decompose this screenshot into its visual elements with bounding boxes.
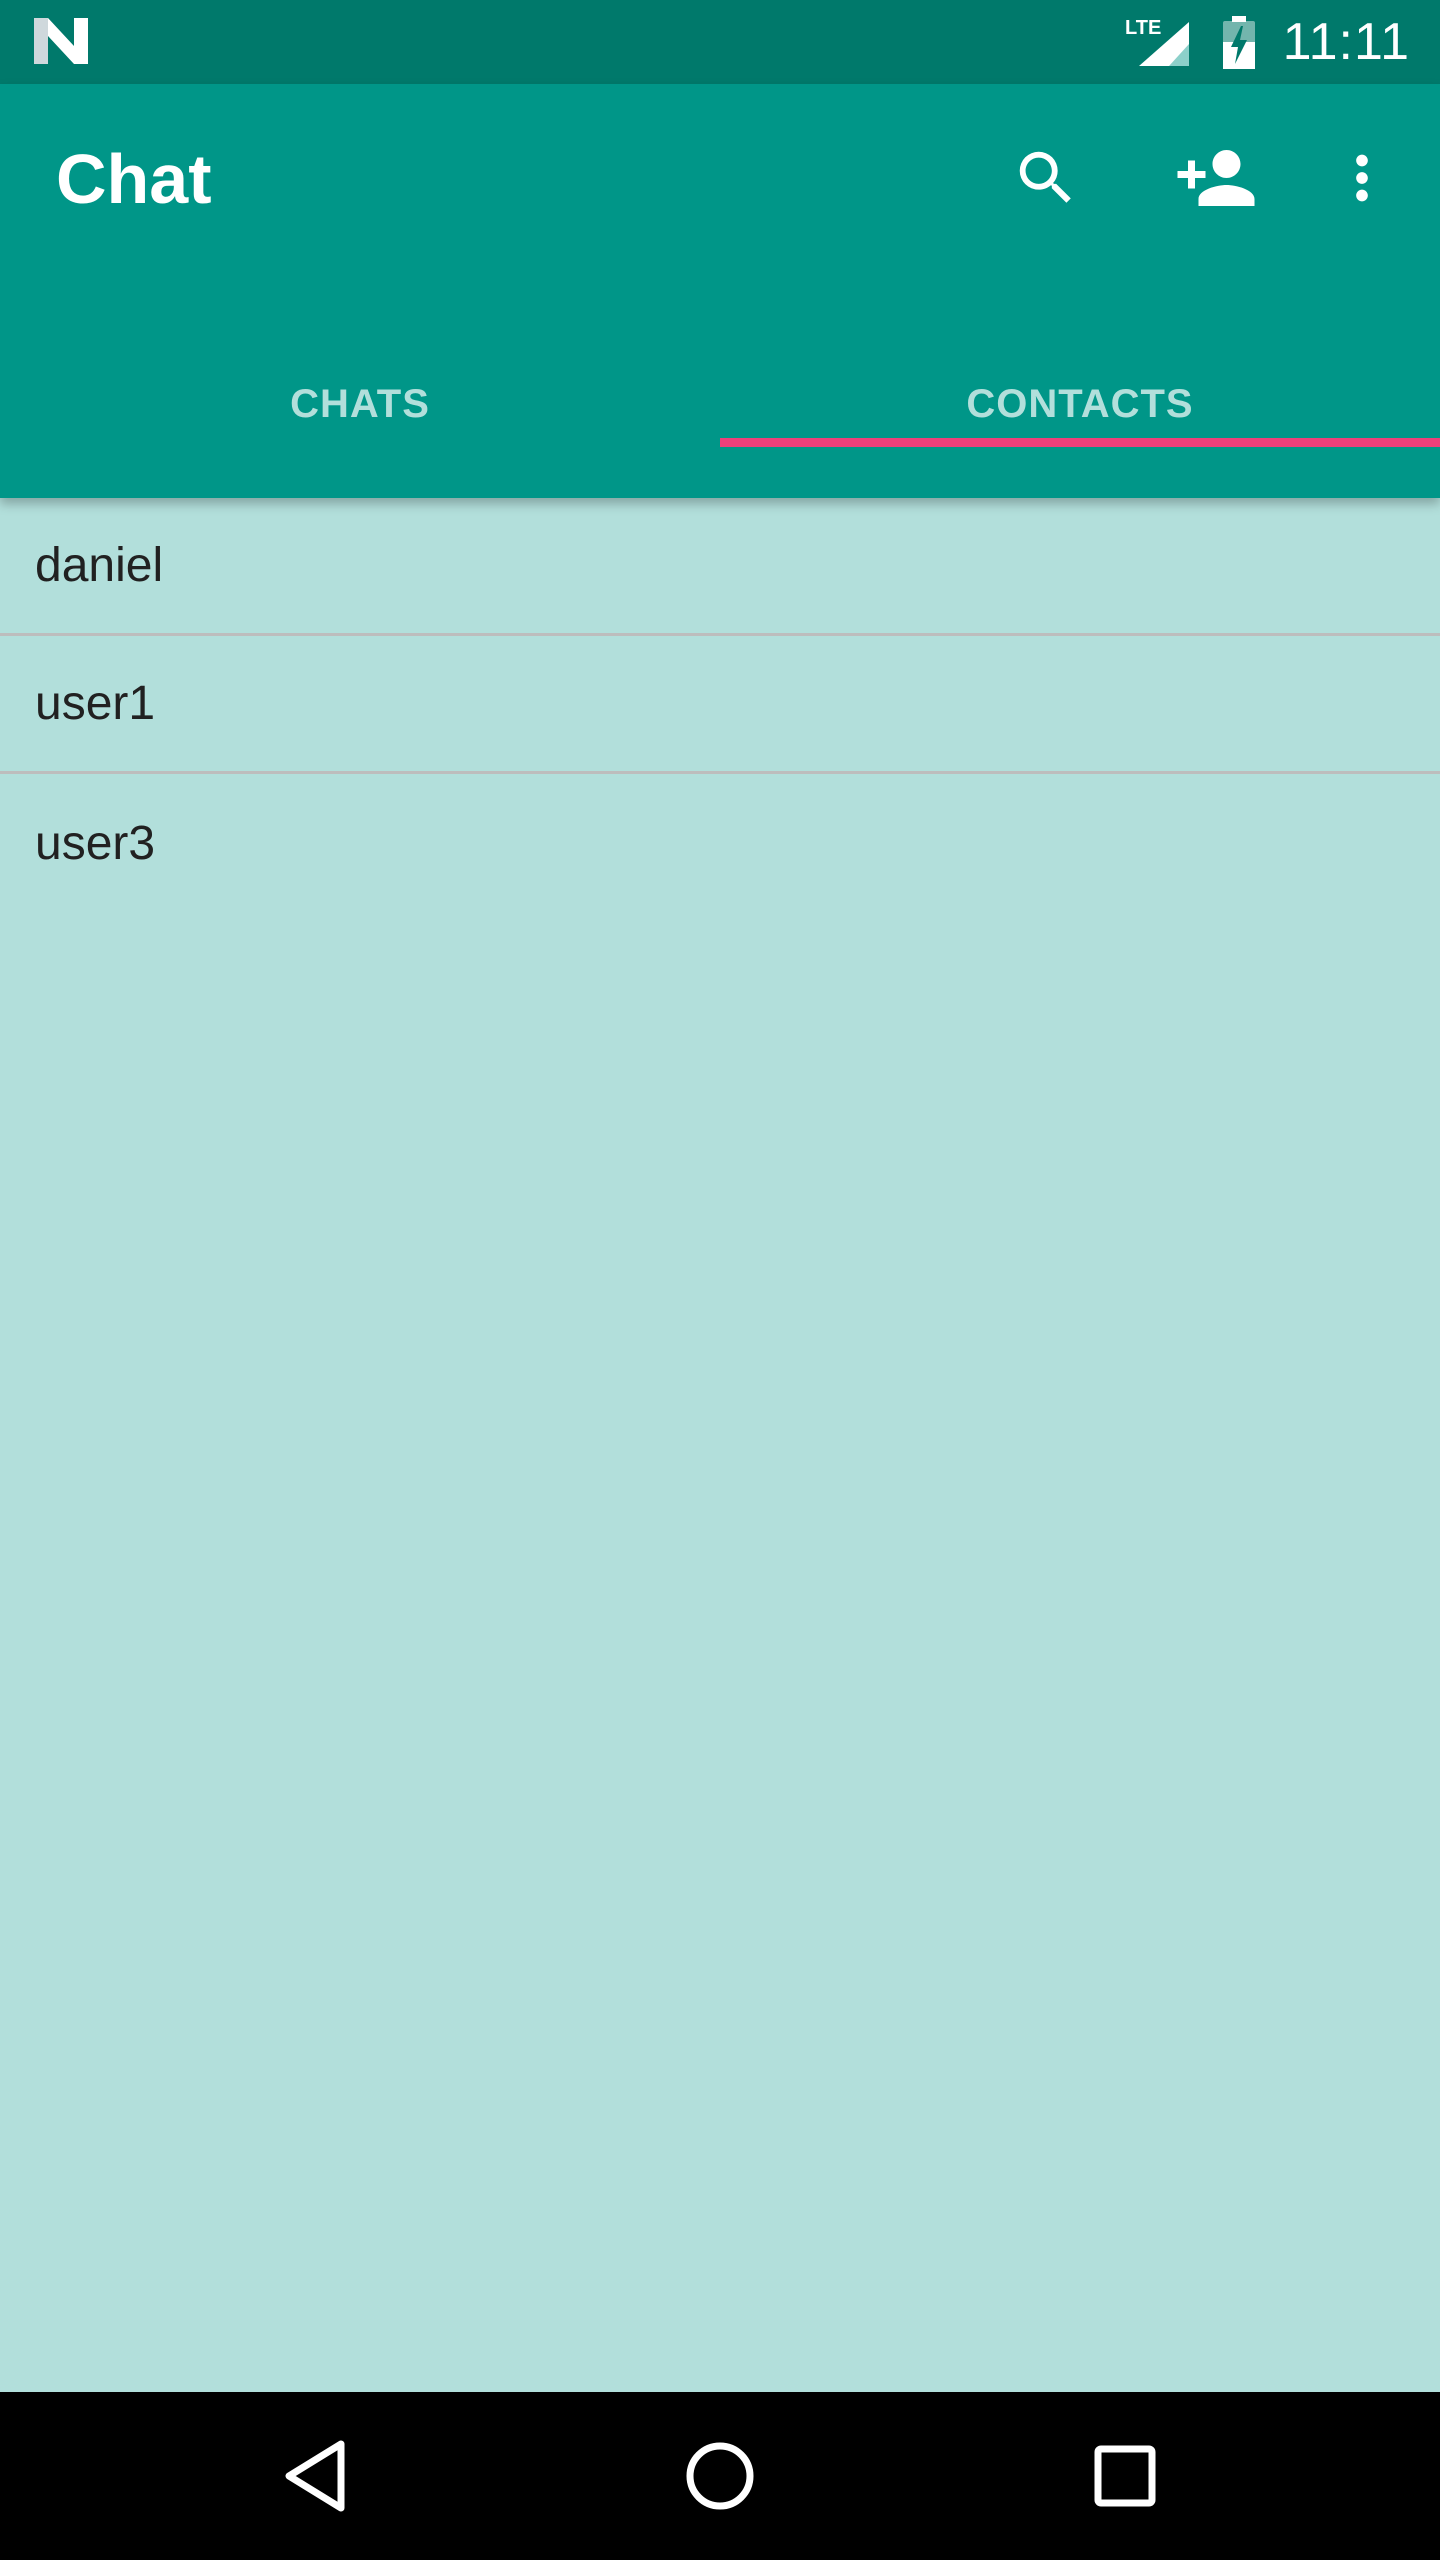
nav-bar: [0, 2392, 1440, 2560]
list-item[interactable]: user3: [0, 774, 1440, 912]
recents-icon: [1094, 2445, 1156, 2507]
network-label: LTE: [1125, 17, 1161, 39]
lte-signal-icon: LTE: [1125, 17, 1189, 66]
more-vert-icon: [1356, 154, 1368, 202]
tab-bar: CHATS CONTACTS: [0, 310, 1440, 498]
list-item[interactable]: daniel: [0, 498, 1440, 636]
page-title: Chat: [56, 140, 212, 218]
tab-indicator: [720, 438, 1440, 447]
tab-contacts[interactable]: CONTACTS: [720, 310, 1440, 498]
overflow-menu-button[interactable]: [1314, 130, 1410, 226]
contact-list: daniel user1 user3: [0, 498, 1440, 912]
recents-button[interactable]: [1075, 2426, 1175, 2526]
status-time: 11:11: [1282, 13, 1410, 71]
back-button[interactable]: [266, 2426, 366, 2526]
add-person-icon: [1177, 150, 1255, 206]
back-icon: [285, 2440, 345, 2512]
search-icon: [1019, 151, 1071, 203]
app-bar: Chat CHATS CONTACTS: [0, 84, 1440, 498]
notification-n-icon: [34, 18, 88, 64]
status-icons: LTE 11:11: [1125, 0, 1410, 84]
search-button[interactable]: [998, 130, 1094, 226]
status-bar: LTE 11:11: [0, 0, 1440, 84]
tab-chats[interactable]: CHATS: [0, 310, 720, 498]
battery-charging-icon: [1222, 16, 1255, 69]
add-contact-button[interactable]: [1168, 130, 1264, 226]
home-button[interactable]: [670, 2426, 770, 2526]
home-icon: [686, 2442, 754, 2510]
list-item[interactable]: user1: [0, 636, 1440, 774]
